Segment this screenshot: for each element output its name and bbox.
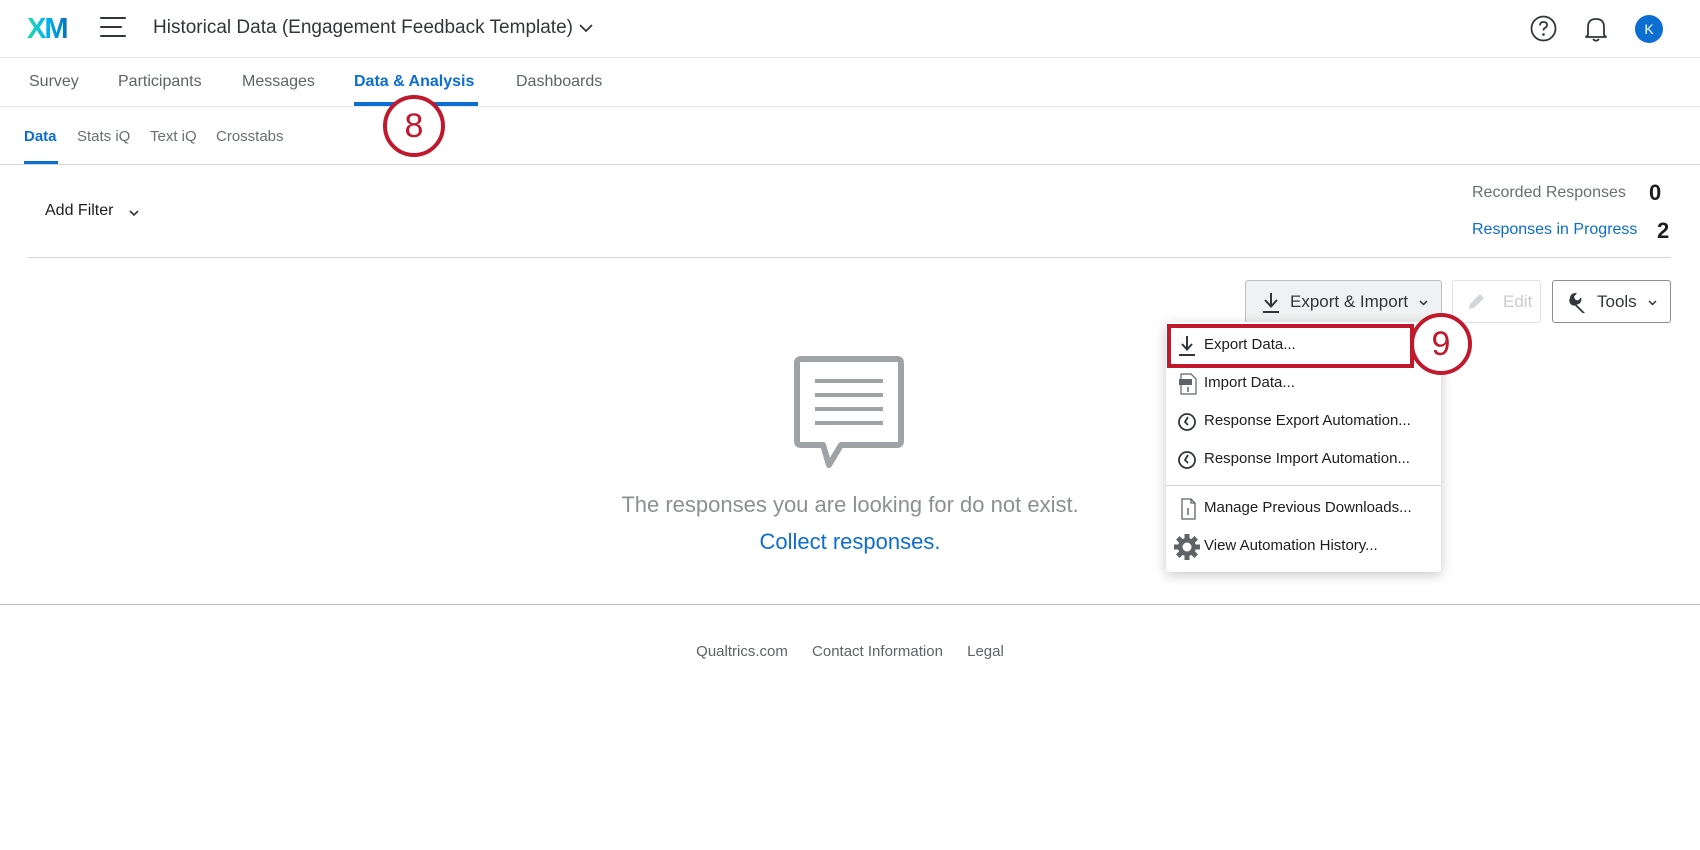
subtab-text-iq[interactable]: Text iQ: [150, 128, 197, 145]
xm-logo[interactable]: XM: [27, 13, 75, 43]
primary-tabs: Survey Participants Messages Data & Anal…: [0, 58, 1700, 107]
tab-dashboards[interactable]: Dashboards: [516, 73, 602, 91]
svg-text:XM: XM: [27, 13, 67, 43]
export-import-label: Export & Import: [1290, 292, 1409, 311]
edit-button[interactable]: Edit: [1452, 280, 1541, 323]
tab-data-analysis[interactable]: Data & Analysis: [354, 73, 474, 91]
empty-state-message: The responses you are looking for do not…: [621, 492, 1079, 517]
recorded-responses-count: 0: [1649, 180, 1662, 205]
chevron-down-icon[interactable]: [128, 207, 140, 219]
responses-in-progress-link[interactable]: Responses in Progress: [1472, 221, 1637, 239]
csv-file-icon: [1179, 373, 1197, 395]
step-marker-9: 9: [1410, 313, 1472, 375]
subtab-stats-iq[interactable]: Stats iQ: [77, 128, 130, 145]
divider: [28, 257, 1671, 258]
subtab-data[interactable]: Data: [24, 128, 57, 145]
collect-responses-link[interactable]: Collect responses.: [760, 529, 941, 554]
chevron-down-icon: [1419, 300, 1428, 306]
menu-item-response-export-automation[interactable]: Response Export Automation...: [1166, 403, 1441, 439]
active-subtab-indicator: [24, 161, 58, 164]
add-filter-button[interactable]: Add Filter: [45, 202, 113, 220]
menu-icon[interactable]: [100, 17, 126, 41]
tab-messages[interactable]: Messages: [242, 73, 315, 91]
menu-item-response-import-automation[interactable]: Response Import Automation...: [1166, 441, 1441, 477]
tab-survey[interactable]: Survey: [29, 73, 79, 91]
footer-divider: [0, 604, 1700, 605]
empty-state-link-wrapper: Collect responses.: [0, 529, 1700, 555]
subtab-crosstabs[interactable]: Crosstabs: [216, 128, 284, 145]
pencil-icon: [1469, 294, 1484, 309]
recorded-responses-label: Recorded Responses: [1472, 184, 1626, 201]
tools-button[interactable]: Tools: [1552, 280, 1671, 323]
footer-link-legal[interactable]: Legal: [967, 643, 1004, 660]
export-import-button[interactable]: Export & Import: [1245, 280, 1442, 323]
chevron-down-icon: [1648, 300, 1657, 306]
chevron-down-icon[interactable]: [578, 20, 594, 36]
tools-label: Tools: [1597, 292, 1637, 311]
step-marker-8: 8: [383, 95, 445, 157]
project-title[interactable]: Historical Data (Engagement Feedback Tem…: [153, 17, 573, 39]
tab-participants[interactable]: Participants: [118, 73, 202, 91]
top-bar: XM Historical Data (Engagement Feedback …: [0, 0, 1700, 58]
bell-icon[interactable]: [1583, 15, 1609, 43]
footer-link-contact[interactable]: Contact Information: [812, 643, 943, 660]
wrench-icon: [1569, 293, 1585, 313]
footer: Qualtrics.com Contact Information Legal: [0, 643, 1700, 660]
footer-link-qualtrics[interactable]: Qualtrics.com: [696, 643, 788, 660]
responses-in-progress-count: 2: [1657, 218, 1670, 243]
speech-bubble-icon: [794, 356, 904, 468]
menu-item-label: Response Import Automation...: [1204, 450, 1410, 467]
menu-item-label: Import Data...: [1204, 374, 1295, 391]
edit-label: Edit: [1503, 292, 1533, 311]
help-icon[interactable]: [1530, 15, 1557, 42]
menu-item-import-data[interactable]: Import Data...: [1166, 365, 1441, 401]
download-icon: [1263, 293, 1279, 313]
clock-icon: [1178, 451, 1196, 469]
menu-item-label: Response Export Automation...: [1204, 412, 1411, 429]
highlight-box: [1167, 324, 1414, 368]
clock-icon: [1178, 413, 1196, 431]
avatar[interactable]: K: [1635, 15, 1663, 43]
secondary-tabs: Data Stats iQ Text iQ Crosstabs: [0, 107, 1700, 165]
menu-divider: [1166, 485, 1441, 486]
